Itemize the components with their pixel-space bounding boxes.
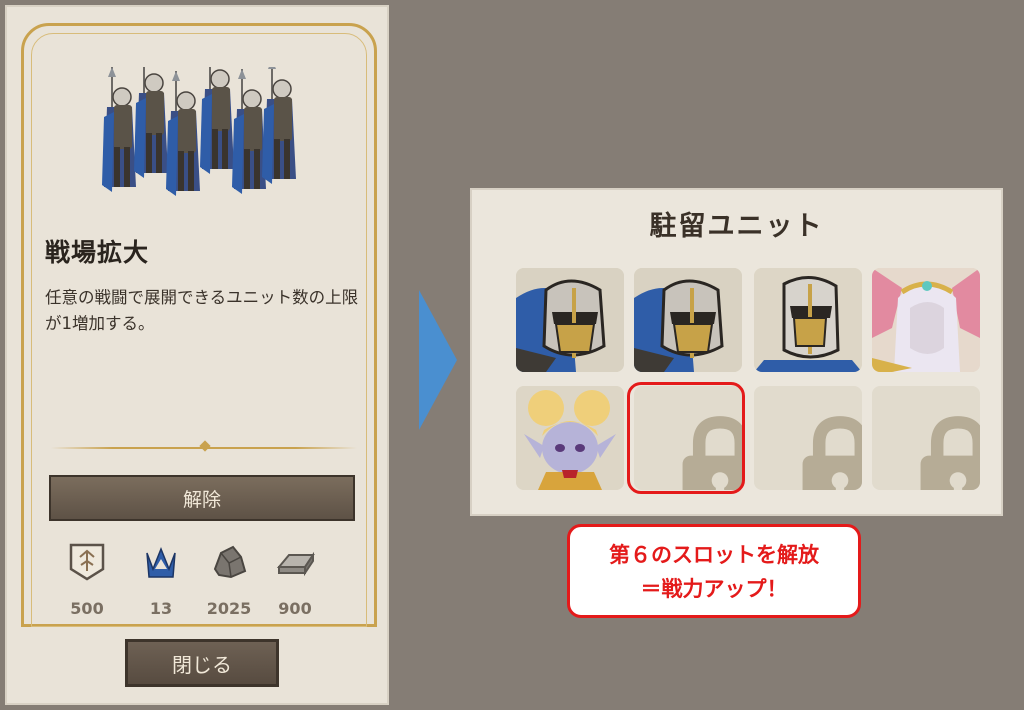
cost-item-iron: 900 (265, 539, 325, 618)
unlock-button[interactable]: 解除 (49, 475, 355, 521)
locked-slot[interactable] (872, 386, 980, 490)
unit-slot[interactable] (634, 268, 742, 372)
cost-value: 13 (149, 599, 173, 618)
iron-ingot-icon (276, 551, 315, 577)
knight-portrait (754, 268, 862, 372)
lock-icon (920, 416, 980, 490)
unit-slot[interactable] (516, 386, 624, 490)
emblem-icon (69, 543, 105, 581)
callout-line-1: 第６のスロットを解放 (609, 543, 819, 567)
unit-slot[interactable] (872, 268, 980, 372)
cost-item-emblem: 500 (57, 539, 117, 618)
cost-value: 500 (70, 599, 104, 618)
knight-portrait (634, 268, 742, 372)
callout-line-2: ＝戦力アップ！ (640, 577, 788, 601)
upgrade-description: 任意の戦闘で展開できるユニット数の上限が1増加する。 (45, 288, 359, 333)
stone-icon (213, 545, 247, 579)
unit-slot[interactable] (516, 268, 624, 372)
callout-box: 第６のスロットを解放 ＝戦力アップ！ (567, 524, 861, 618)
slot-highlight-frame (627, 382, 745, 494)
lock-icon (802, 416, 862, 490)
arrow-right-icon (419, 290, 457, 430)
soldier-squad-illustration (102, 67, 297, 197)
garrison-title: 駐留ユニット (649, 211, 824, 242)
cost-item-stone: 2025 (199, 539, 259, 618)
unit-slot[interactable] (754, 268, 862, 372)
knight-portrait (516, 268, 624, 372)
yordle-portrait (516, 386, 624, 490)
cost-value: 900 (278, 599, 312, 618)
cost-value: 2025 (206, 599, 252, 618)
sorceress-portrait (872, 268, 980, 372)
locked-slot[interactable] (754, 386, 862, 490)
crown-icon (146, 546, 176, 578)
cost-item-crown: 13 (131, 539, 191, 618)
upgrade-panel: 戦場拡大 任意の戦闘で展開できるユニット数の上限が1増加する。 解除 500 1… (5, 5, 389, 705)
upgrade-title: 戦場拡大 (45, 238, 150, 267)
close-button[interactable]: 閉じる (125, 639, 279, 687)
